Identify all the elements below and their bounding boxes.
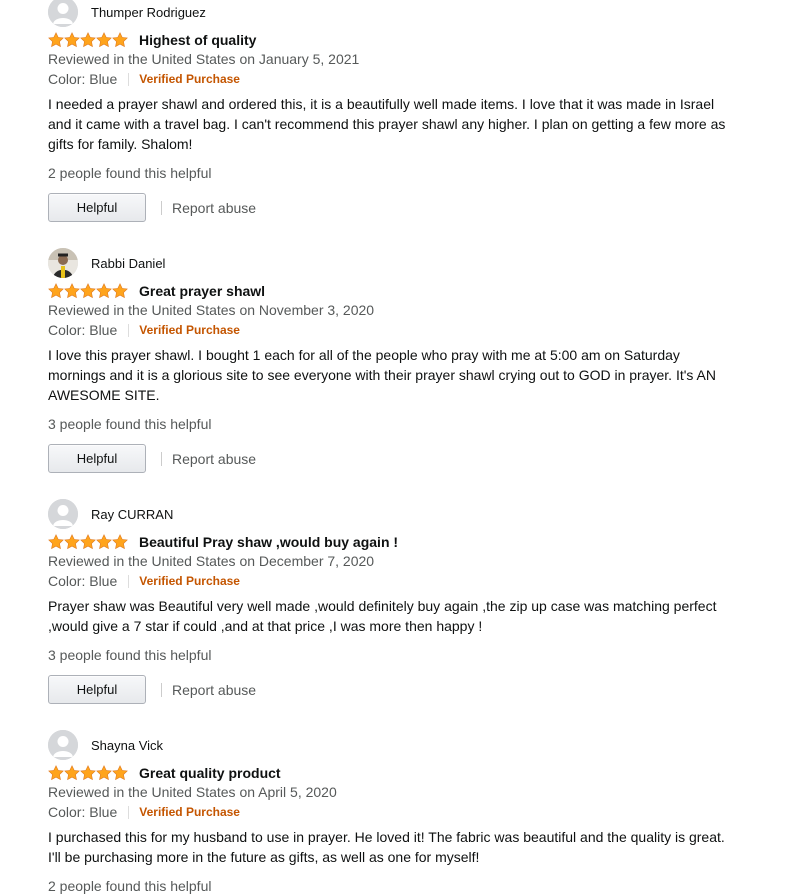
star-rating[interactable] (48, 283, 128, 299)
reviewer-profile[interactable]: Ray CURRAN (48, 499, 173, 529)
star-icon (96, 765, 112, 781)
star-icon (112, 534, 128, 550)
review-date: Reviewed in the United States on January… (48, 51, 360, 67)
review-body: I purchased this for my husband to use i… (48, 829, 725, 865)
star-icon (96, 283, 112, 299)
default-avatar-icon (48, 499, 78, 529)
star-icon (48, 765, 64, 781)
star-icon (48, 32, 64, 48)
divider (161, 682, 162, 697)
star-icon (112, 32, 128, 48)
star-icon (64, 534, 80, 550)
report-abuse-link[interactable]: Report abuse (172, 682, 256, 698)
star-icon (96, 534, 112, 550)
verified-purchase-badge: Verified Purchase (139, 72, 240, 86)
star-icon (96, 32, 112, 48)
helpful-button[interactable]: Helpful (48, 193, 146, 222)
star-icon (80, 32, 96, 48)
verified-purchase-badge: Verified Purchase (139, 323, 240, 337)
star-icon (64, 283, 80, 299)
helpful-count: 3 people found this helpful (48, 416, 212, 432)
review-date: Reviewed in the United States on Novembe… (48, 302, 375, 318)
verified-purchase-badge: Verified Purchase (139, 805, 240, 819)
star-icon (112, 283, 128, 299)
star-icon (80, 283, 96, 299)
reviewer-profile[interactable]: Rabbi Daniel (48, 248, 165, 278)
star-icon (80, 534, 96, 550)
divider (128, 574, 130, 588)
default-avatar-icon (48, 730, 78, 760)
divider (128, 323, 130, 337)
report-abuse-link[interactable]: Report abuse (172, 451, 256, 467)
photo-avatar-icon (48, 248, 78, 278)
review-title[interactable]: Great quality product (139, 765, 281, 781)
helpful-button[interactable]: Helpful (48, 675, 146, 704)
star-rating[interactable] (48, 32, 128, 48)
helpful-count: 2 people found this helpful (48, 878, 212, 894)
reviewer-name[interactable]: Rabbi Daniel (91, 256, 165, 271)
star-icon (112, 765, 128, 781)
product-variant[interactable]: Color: Blue (48, 573, 117, 589)
reviewer-name[interactable]: Ray CURRAN (91, 507, 173, 522)
review-date: Reviewed in the United States on Decembe… (48, 553, 375, 569)
divider (161, 200, 162, 215)
review-body: I needed a prayer shawl and ordered this… (48, 96, 726, 152)
reviewer-name[interactable]: Thumper Rodriguez (91, 5, 206, 20)
star-icon (48, 534, 64, 550)
star-rating[interactable] (48, 765, 128, 781)
review-date: Reviewed in the United States on April 5… (48, 784, 337, 800)
star-rating[interactable] (48, 534, 128, 550)
reviewer-profile[interactable]: Thumper Rodriguez (48, 0, 206, 27)
review-body: Prayer shaw was Beautiful very well made… (48, 598, 717, 634)
helpful-count: 3 people found this helpful (48, 647, 212, 663)
star-icon (64, 32, 80, 48)
product-variant[interactable]: Color: Blue (48, 804, 117, 820)
divider (128, 805, 130, 819)
review-title[interactable]: Beautiful Pray shaw ,would buy again ! (139, 534, 398, 550)
product-variant[interactable]: Color: Blue (48, 71, 117, 87)
star-icon (80, 765, 96, 781)
review-body: I love this prayer shawl. I bought 1 eac… (48, 347, 716, 403)
reviewer-name[interactable]: Shayna Vick (91, 738, 163, 753)
divider (161, 451, 162, 466)
default-avatar-icon (48, 0, 78, 27)
star-icon (64, 765, 80, 781)
review-title[interactable]: Highest of quality (139, 32, 256, 48)
helpful-button[interactable]: Helpful (48, 444, 146, 473)
star-icon (48, 283, 64, 299)
reviewer-profile[interactable]: Shayna Vick (48, 730, 163, 760)
divider (128, 72, 130, 86)
helpful-count: 2 people found this helpful (48, 165, 212, 181)
verified-purchase-badge: Verified Purchase (139, 574, 240, 588)
review-title[interactable]: Great prayer shawl (139, 283, 265, 299)
product-variant[interactable]: Color: Blue (48, 322, 117, 338)
report-abuse-link[interactable]: Report abuse (172, 200, 256, 216)
